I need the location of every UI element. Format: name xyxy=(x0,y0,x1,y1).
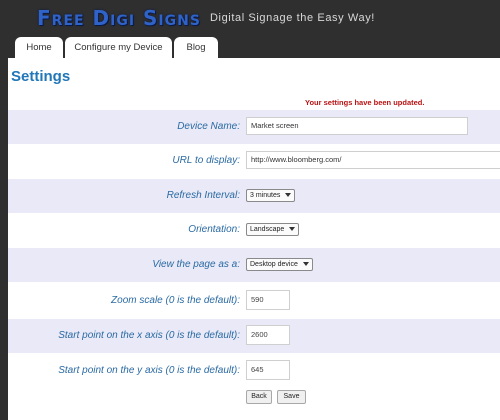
status-message: Your settings have been updated. xyxy=(305,98,425,107)
tab-home[interactable]: Home xyxy=(15,37,63,58)
row-start-y: Start point on the y axis (0 is the defa… xyxy=(8,354,500,388)
save-button[interactable]: Save xyxy=(277,390,306,404)
view-as-label: View the page as a: xyxy=(152,259,240,270)
row-url: URL to display: http://www.bloomberg.com… xyxy=(8,144,500,178)
orientation-value: Landscape xyxy=(250,226,285,233)
start-y-input[interactable]: 645 xyxy=(246,360,290,380)
zoom-label: Zoom scale (0 is the default): xyxy=(111,295,240,306)
chevron-down-icon xyxy=(285,193,292,197)
row-device-name: Device Name: Market screen xyxy=(8,110,500,144)
start-x-label: Start point on the x axis (0 is the defa… xyxy=(58,330,240,341)
chevron-down-icon xyxy=(289,227,296,231)
row-zoom: Zoom scale (0 is the default): 590 xyxy=(8,284,500,318)
tab-blog[interactable]: Blog xyxy=(174,37,218,58)
device-name-input[interactable]: Market screen xyxy=(246,117,468,135)
row-refresh-interval: Refresh Interval: 3 minutes xyxy=(8,179,500,213)
back-button[interactable]: Back xyxy=(246,390,272,404)
site-header: Free Digi Signs Digital Signage the Easy… xyxy=(0,0,500,58)
device-name-label: Device Name: xyxy=(177,121,240,132)
start-x-input[interactable]: 2600 xyxy=(246,325,290,345)
start-y-label: Start point on the y axis (0 is the defa… xyxy=(58,365,240,376)
orientation-select[interactable]: Landscape xyxy=(246,223,300,236)
view-as-value: Desktop device xyxy=(250,261,298,268)
row-orientation: Orientation: Landscape xyxy=(8,213,500,247)
row-start-x: Start point on the x axis (0 is the defa… xyxy=(8,319,500,353)
site-logo[interactable]: Free Digi Signs xyxy=(37,6,201,30)
refresh-interval-select[interactable]: 3 minutes xyxy=(246,189,296,202)
refresh-interval-label: Refresh Interval: xyxy=(166,190,240,201)
url-input[interactable]: http://www.bloomberg.com/ xyxy=(246,151,500,169)
refresh-interval-value: 3 minutes xyxy=(250,192,281,199)
url-label: URL to display: xyxy=(172,155,240,166)
chevron-down-icon xyxy=(302,262,309,266)
tab-configure-device[interactable]: Configure my Device xyxy=(65,37,172,58)
row-view-as: View the page as a: Desktop device xyxy=(8,248,500,282)
orientation-label: Orientation: xyxy=(188,224,240,235)
zoom-input[interactable]: 590 xyxy=(246,290,290,310)
page-title: Settings xyxy=(11,68,71,85)
site-tagline: Digital Signage the Easy Way! xyxy=(210,12,375,24)
main-content: Settings Your settings have been updated… xyxy=(8,58,500,420)
view-as-select[interactable]: Desktop device xyxy=(246,258,313,271)
